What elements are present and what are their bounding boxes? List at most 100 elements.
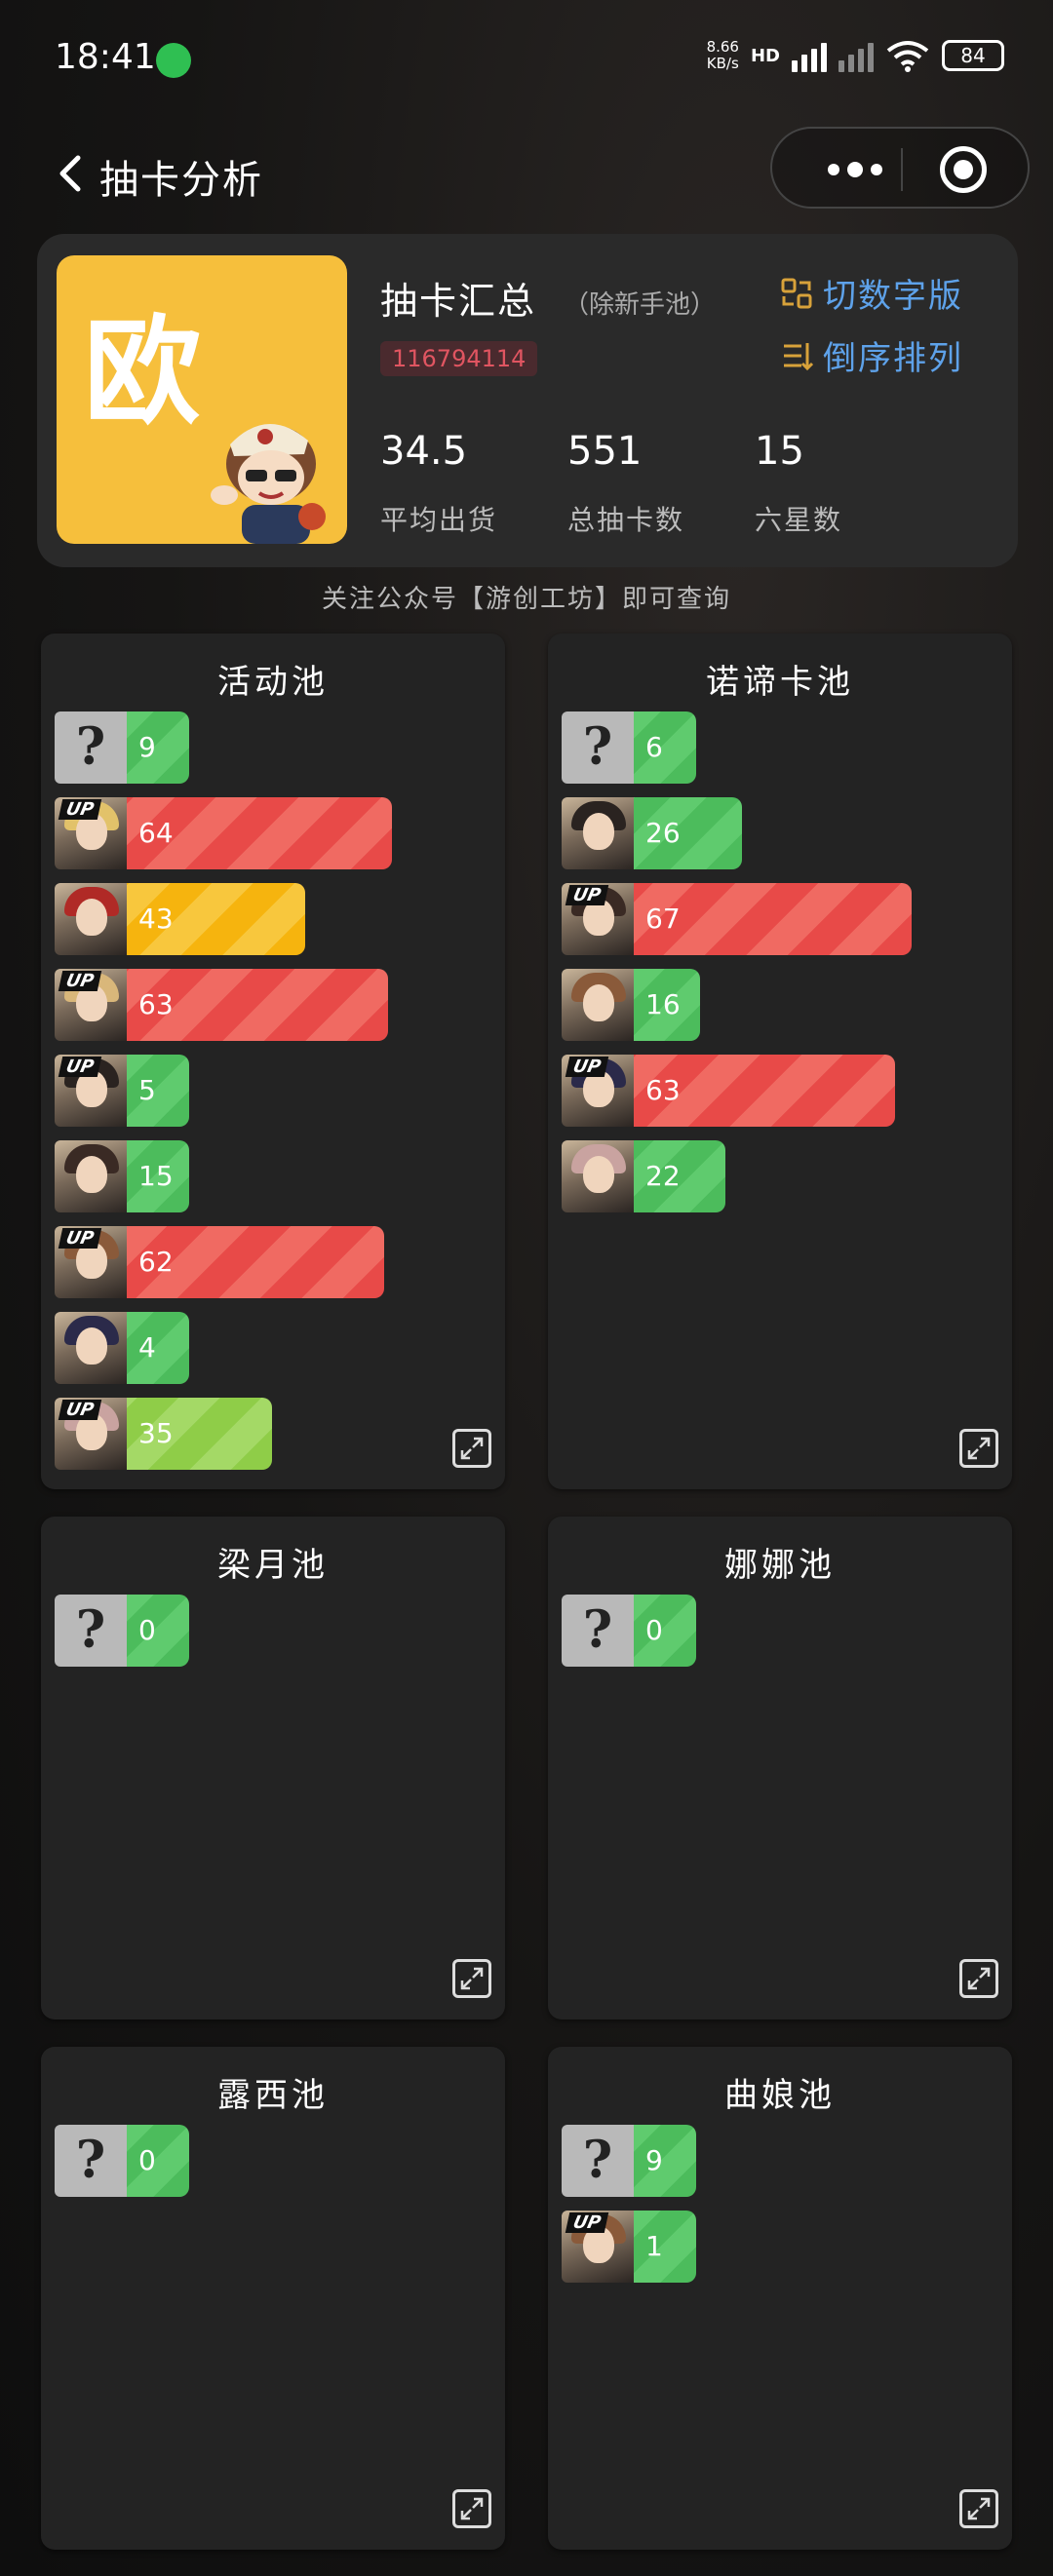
- pull-count-bar: 5: [127, 1055, 189, 1127]
- character-portrait: UP: [55, 1226, 127, 1298]
- nav-bar: 抽卡分析: [0, 127, 1053, 220]
- summary-subtitle: （除新手池）: [564, 290, 717, 320]
- pull-count-bar: 62: [127, 1226, 384, 1298]
- pull-count-bar: 26: [634, 797, 742, 869]
- pool-card: 曲娘池? 9 UP 1: [548, 2047, 1012, 2550]
- switch-digit-label: 切数字版: [823, 277, 963, 316]
- expand-icon[interactable]: [959, 2489, 998, 2528]
- character-portrait: UP: [55, 1055, 127, 1127]
- pool-title: 活动池: [217, 663, 329, 702]
- user-id-badge: 116794114: [380, 341, 538, 376]
- rate-up-badge: UP: [58, 799, 102, 820]
- pool-card: 活动池? 9 UP 64 43 UP 63 UP 5 15 UP 62 4 UP 35: [41, 634, 505, 1489]
- character-portrait: UP: [55, 1398, 127, 1470]
- stat-total-value: 551: [567, 429, 643, 474]
- hd-badge: HD: [750, 45, 780, 66]
- rate-up-badge: UP: [58, 1400, 102, 1420]
- character-portrait: UP: [562, 883, 634, 955]
- signal-2-icon: [838, 39, 874, 72]
- rate-up-badge: UP: [565, 1057, 609, 1077]
- expand-icon[interactable]: [452, 1959, 491, 1998]
- character-portrait: [562, 969, 634, 1041]
- stat-total-label: 总抽卡数: [567, 504, 685, 536]
- sort-icon: [784, 342, 813, 370]
- chibi-character-icon: [211, 423, 326, 544]
- character-portrait: UP: [562, 1055, 634, 1127]
- expand-icon[interactable]: [452, 2489, 491, 2528]
- pull-count-bar: 63: [634, 1055, 895, 1127]
- pull-count-bar: 16: [634, 969, 700, 1041]
- pull-count-bar: 0: [127, 1595, 189, 1667]
- character-portrait: [55, 1312, 127, 1384]
- network-speed-value: 8.66: [706, 38, 739, 56]
- target-icon[interactable]: [940, 146, 987, 193]
- character-portrait: [562, 797, 634, 869]
- pull-count-bar: 67: [634, 883, 912, 955]
- pool-card: 诺谛卡池? 6 26 UP 67 16 UP 63 22: [548, 634, 1012, 1489]
- character-portrait: [55, 1140, 127, 1212]
- pull-count-bar: 9: [127, 711, 189, 784]
- pull-count-bar: 22: [634, 1140, 725, 1212]
- expand-icon[interactable]: [452, 1429, 491, 1468]
- mini-program-capsule: [770, 127, 1030, 209]
- pool-title: 娜娜池: [724, 1546, 836, 1585]
- unknown-question-icon: ?: [55, 711, 127, 784]
- character-portrait: UP: [562, 2211, 634, 2283]
- network-speed-unit: KB/s: [706, 55, 739, 72]
- stat-six-star-value: 15: [755, 429, 804, 474]
- pool-card: 娜娜池? 0: [548, 1517, 1012, 2019]
- capsule-divider: [901, 148, 903, 191]
- stat-avg-value: 34.5: [380, 429, 468, 474]
- back-icon[interactable]: [51, 150, 90, 197]
- rate-up-badge: UP: [58, 1228, 102, 1249]
- rate-up-badge: UP: [565, 885, 609, 905]
- network-speed: 8.66 KB/s: [707, 39, 739, 72]
- pull-count-bar: 0: [127, 2125, 189, 2197]
- more-icon[interactable]: [811, 148, 899, 191]
- battery-icon: 84: [942, 40, 1004, 71]
- pull-count-bar: 1: [634, 2211, 696, 2283]
- pool-title: 曲娘池: [724, 2076, 836, 2115]
- pull-count-bar: 4: [127, 1312, 189, 1384]
- unknown-question-icon: ?: [55, 1595, 127, 1667]
- luck-avatar: 欧: [57, 255, 347, 544]
- avatar-label: 欧: [84, 303, 201, 441]
- pool-title: 诺谛卡池: [706, 663, 854, 702]
- wechat-icon: [156, 43, 191, 78]
- signal-icon: [792, 39, 827, 72]
- expand-icon[interactable]: [959, 1429, 998, 1468]
- unknown-question-icon: ?: [55, 2125, 127, 2197]
- unknown-question-icon: ?: [562, 1595, 634, 1667]
- pull-count-bar: 0: [634, 1595, 696, 1667]
- character-portrait: UP: [55, 797, 127, 869]
- stat-six-star-label: 六星数: [755, 504, 843, 536]
- reverse-sort-button[interactable]: 倒序排列: [780, 331, 963, 379]
- pull-count-bar: 35: [127, 1398, 272, 1470]
- character-portrait: [55, 883, 127, 955]
- pool-card: 露西池? 0: [41, 2047, 505, 2550]
- switch-digit-button[interactable]: 切数字版: [780, 269, 963, 317]
- pool-card: 梁月池? 0: [41, 1517, 505, 2019]
- rate-up-badge: UP: [58, 1057, 102, 1077]
- rate-up-badge: UP: [565, 2212, 609, 2233]
- summary-card: 欧 抽卡汇总 （除新手池） 116794114 切数字版 倒序排列 34.5 平…: [37, 234, 1018, 567]
- pull-count-bar: 6: [634, 711, 696, 784]
- wifi-icon: [886, 41, 929, 72]
- summary-title: 抽卡汇总: [380, 280, 537, 323]
- expand-icon[interactable]: [959, 1959, 998, 1998]
- status-bar: 18:41 8.66 KB/s HD 84: [0, 0, 1053, 127]
- switch-icon: [781, 278, 812, 308]
- unknown-question-icon: ?: [562, 711, 634, 784]
- pull-count-bar: 9: [634, 2125, 696, 2197]
- reverse-sort-label: 倒序排列: [823, 339, 963, 378]
- pool-title: 露西池: [217, 2076, 329, 2115]
- unknown-question-icon: ?: [562, 2125, 634, 2197]
- status-indicators: 8.66 KB/s HD 84: [707, 39, 1004, 72]
- character-portrait: UP: [55, 969, 127, 1041]
- pull-count-bar: 63: [127, 969, 388, 1041]
- page-title: 抽卡分析: [99, 158, 263, 203]
- pool-title: 梁月池: [217, 1546, 329, 1585]
- status-time: 18:41: [55, 37, 156, 77]
- pull-count-bar: 15: [127, 1140, 189, 1212]
- pull-count-bar: 64: [127, 797, 392, 869]
